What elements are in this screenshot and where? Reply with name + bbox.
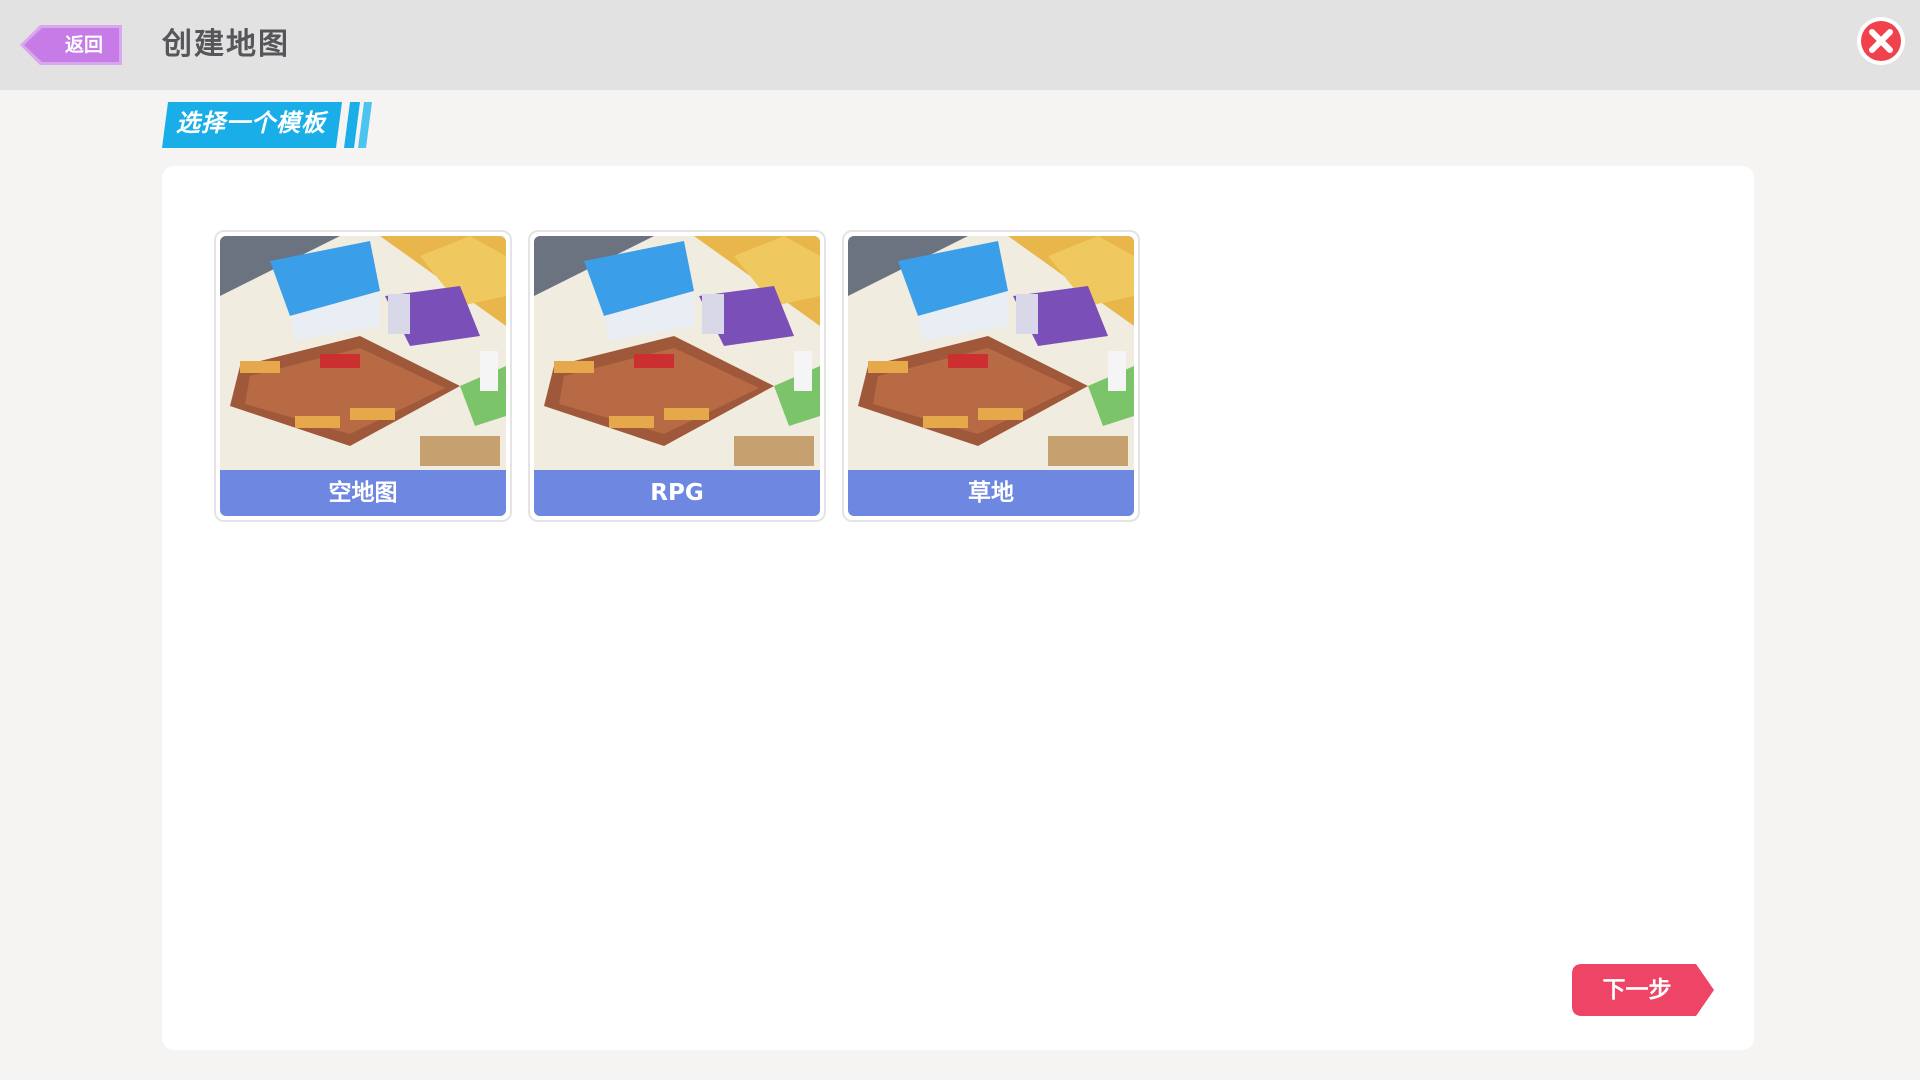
template-label: 草地 (968, 480, 1014, 506)
close-x-icon (1857, 17, 1905, 65)
back-button-label: 返回 (64, 34, 103, 56)
section-tag-label: 选择一个模板 (176, 109, 326, 137)
close-button[interactable] (1856, 16, 1906, 66)
template-card-rpg[interactable]: RPG (528, 230, 826, 522)
template-thumbnail: RPG (534, 236, 820, 516)
header-zigzag-edge (0, 76, 1920, 92)
template-panel: 空地图 RPG 草地 (162, 166, 1754, 1050)
create-map-screen: 返回 创建地图 选择一个模板 空地图 RPG 草地 下一步 (0, 0, 1920, 1080)
template-card-grass[interactable]: 草地 (842, 230, 1140, 522)
back-button[interactable]: 返回 (20, 24, 124, 66)
next-step-label: 下一步 (1602, 977, 1672, 1003)
template-thumbnail: 草地 (848, 236, 1134, 516)
next-step-button[interactable]: 下一步 (1572, 964, 1716, 1016)
section-tag: 选择一个模板 (162, 98, 382, 152)
page-title: 创建地图 (162, 27, 290, 62)
template-label: 空地图 (328, 480, 398, 506)
template-label: RPG (650, 480, 704, 506)
template-thumbnail: 空地图 (220, 236, 506, 516)
template-card-empty[interactable]: 空地图 (214, 230, 512, 522)
